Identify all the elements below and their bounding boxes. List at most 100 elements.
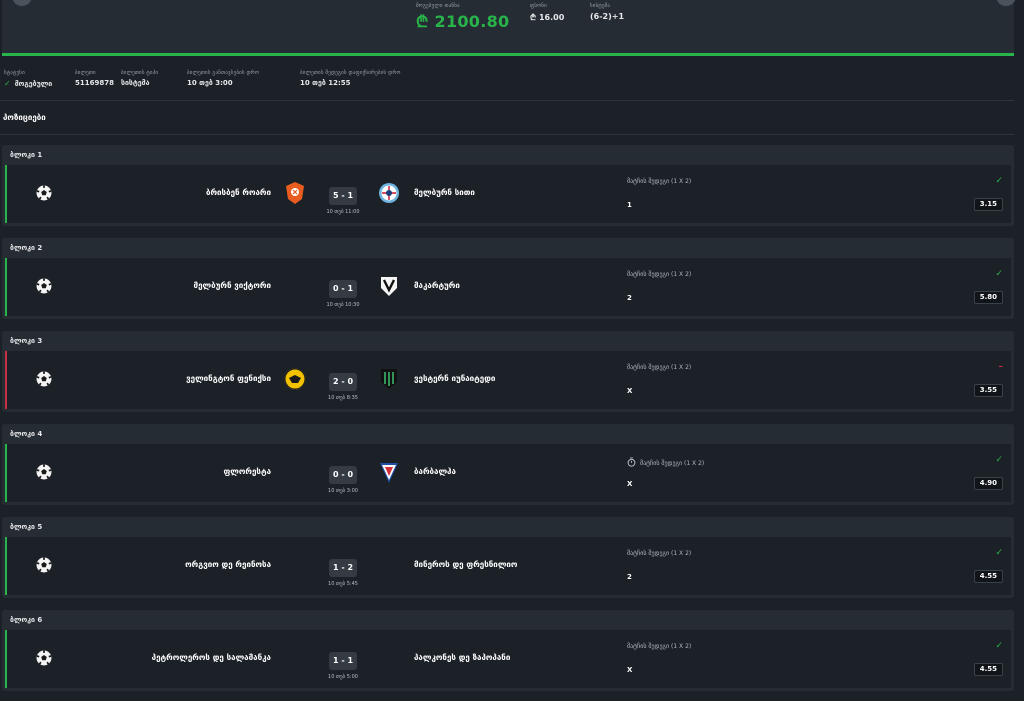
soccer-ball-icon — [36, 464, 52, 480]
check-icon: ✓ — [4, 79, 11, 88]
event-row[interactable]: ფლორესტა 0 - 0 10 თებ 3:00 ბარბალჰა მატჩ… — [5, 444, 1011, 502]
position-block: ბლოკი 4 ფლორესტა 0 - 0 10 თებ 3:00 ბარბა… — [2, 424, 1014, 505]
market-name: მატჩის შედეგი (1 X 2) — [627, 457, 704, 467]
info-settled-time: ბილეთის შედეგის დაფიქსირების დრო 10 თებ … — [300, 70, 401, 87]
info-ticket-type: ბილეთის ტიპი სისტემა — [121, 70, 158, 87]
selected-outcome: X — [627, 480, 633, 488]
away-team-logo-icon — [378, 274, 400, 298]
odds-badge: 4.90 — [973, 477, 1003, 490]
home-team-name: მელბურნ ვიქტორი — [193, 281, 271, 290]
position-block: ბლოკი 1 ბრისბენ როარი 5 - 1 10 თებ 11:00… — [2, 145, 1014, 226]
away-team-logo-icon — [378, 367, 400, 391]
home-team-logo-icon — [284, 181, 306, 205]
stopwatch-icon — [627, 457, 636, 467]
away-team-logo-icon — [378, 460, 400, 484]
system-value: (6-2)+1 — [590, 12, 625, 21]
divider — [0, 134, 1014, 135]
away-team-name: მაკარტური — [414, 281, 460, 290]
settled-time-value: 10 თებ 12:55 — [300, 79, 351, 87]
won-check-icon: ✓ — [995, 176, 1003, 186]
lost-status-icon: – — [998, 362, 1004, 372]
market-label: მატჩის შედეგი (1 X 2) — [627, 643, 692, 650]
market-name: მატჩის შედეგი (1 X 2) — [627, 550, 691, 557]
odds-badge: 4.55 — [973, 663, 1003, 676]
ticket-label: ბილეთი — [75, 70, 96, 76]
match-score: 0 - 1 — [329, 280, 357, 298]
home-team-logo-icon — [284, 367, 306, 391]
info-status: სტატუსი ✓ მოგებული — [4, 70, 52, 88]
market-name: მატჩის შედეგი (1 X 2) — [627, 271, 691, 278]
soccer-ball-icon — [36, 185, 52, 201]
system: სისტემა (6-2)+1 — [590, 3, 624, 21]
position-block: ბლოკი 2 მელბურნ ვიქტორი 0 - 1 10 თებ 10:… — [2, 238, 1014, 319]
selected-outcome: X — [627, 387, 633, 395]
info-ticket: ბილეთი 51169878 — [75, 70, 114, 87]
odds-badge: 3.55 — [973, 384, 1003, 397]
away-team-name: მელბურნ სითი — [414, 188, 475, 197]
possible-win: მოგებული თანხა ₾ 2100.80 — [416, 3, 509, 32]
match-score: 1 - 2 — [329, 559, 357, 577]
away-team-name: ვესტერნ იუნაიტედი — [414, 374, 496, 383]
status-value: მოგებული — [14, 80, 53, 88]
market-name: მატჩის შედეგი (1 X 2) — [627, 364, 691, 371]
soccer-ball-icon — [36, 650, 52, 666]
won-check-icon: ✓ — [995, 269, 1003, 279]
ticket-summary-card: მოგებული თანხა ₾ 2100.80 ფსონი ₾ 16.00 ს… — [2, 0, 1016, 56]
market-label: მატჩის შედეგი (1 X 2) — [627, 178, 692, 185]
won-check-icon: ✓ — [995, 641, 1003, 651]
event-row[interactable]: ველინგტონ ფენიქსი 2 - 0 10 თებ 8:35 ვესტ… — [5, 351, 1011, 409]
position-block: ბლოკი 6 პეტროლეროს დე სალამანკა 1 - 1 10… — [2, 610, 1014, 691]
prev-arrow-button[interactable] — [12, 0, 32, 6]
system-label: სისტემა — [590, 3, 611, 9]
away-team-name: პალკონეს დე ზაპოპანი — [414, 653, 511, 662]
away-team-name: მინეროს დე ფრესნილიო — [414, 560, 518, 569]
stake: ფსონი ₾ 16.00 — [530, 3, 564, 23]
match-score: 0 - 0 — [329, 466, 357, 484]
event-row[interactable]: მელბურნ ვიქტორი 0 - 1 10 თებ 10:30 მაკარ… — [5, 258, 1011, 316]
home-team-name: ველინგტონ ფენიქსი — [186, 374, 271, 383]
match-time: 10 თებ 8:35 — [328, 395, 358, 401]
block-title: ბლოკი 6 — [10, 616, 43, 624]
placed-time-value: 10 თებ 3:00 — [187, 79, 233, 87]
market-label: მატჩის შედეგი (1 X 2) — [640, 460, 705, 467]
stake-label: ფსონი — [530, 3, 547, 9]
odds-badge: 5.80 — [973, 291, 1003, 304]
market-label: მატჩის შედეგი (1 X 2) — [627, 550, 692, 557]
market-name: მატჩის შედეგი (1 X 2) — [627, 643, 691, 650]
divider — [0, 100, 1014, 101]
selected-outcome: 1 — [627, 201, 632, 209]
soccer-ball-icon — [36, 278, 52, 294]
home-team-name: პეტროლეროს დე სალამანკა — [151, 653, 271, 662]
event-row[interactable]: ბრისბენ როარი 5 - 1 10 თებ 11:00 მელბურნ… — [5, 165, 1011, 223]
match-score: 1 - 1 — [329, 652, 357, 670]
possible-win-amount: ₾ 2100.80 — [416, 12, 510, 31]
block-title: ბლოკი 5 — [10, 523, 43, 531]
match-score: 5 - 1 — [329, 187, 357, 205]
ticket-type-value: სისტემა — [121, 79, 150, 87]
match-time: 10 თებ 10:30 — [326, 302, 360, 308]
block-title: ბლოკი 1 — [10, 151, 43, 159]
away-team-name: ბარბალჰა — [414, 467, 456, 476]
home-team-name: ორგვიო დე რეინოსა — [185, 560, 271, 569]
event-row[interactable]: პეტროლეროს დე სალამანკა 1 - 1 10 თებ 5:0… — [5, 630, 1011, 688]
event-row[interactable]: ორგვიო დე რეინოსა 1 - 2 10 თებ 5:45 მინე… — [5, 537, 1011, 595]
away-team-logo-icon — [378, 181, 400, 205]
stake-amount: ₾ 16.00 — [530, 13, 565, 22]
ticket-type-label: ბილეთის ტიპი — [121, 70, 159, 76]
block-title: ბლოკი 2 — [10, 244, 43, 252]
possible-win-label: მოგებული თანხა — [416, 3, 460, 9]
odds-badge: 4.55 — [973, 570, 1003, 583]
match-time: 10 თებ 5:00 — [328, 674, 358, 680]
position-block: ბლოკი 5 ორგვიო დე რეინოსა 1 - 2 10 თებ 5… — [2, 517, 1014, 598]
market-label: მატჩის შედეგი (1 X 2) — [627, 364, 692, 371]
odds-badge: 3.15 — [973, 198, 1003, 211]
positions-title: პოზიციები — [3, 113, 46, 122]
position-block: ბლოკი 3 ველინგტონ ფენიქსი 2 - 0 10 თებ 8… — [2, 331, 1014, 412]
selected-outcome: 2 — [627, 294, 632, 302]
match-score: 2 - 0 — [329, 373, 357, 391]
match-time: 10 თებ 11:00 — [326, 209, 360, 215]
soccer-ball-icon — [36, 557, 52, 573]
status-label: სტატუსი — [4, 70, 25, 76]
next-arrow-button[interactable] — [996, 0, 1016, 6]
home-team-name: ბრისბენ როარი — [205, 188, 271, 197]
